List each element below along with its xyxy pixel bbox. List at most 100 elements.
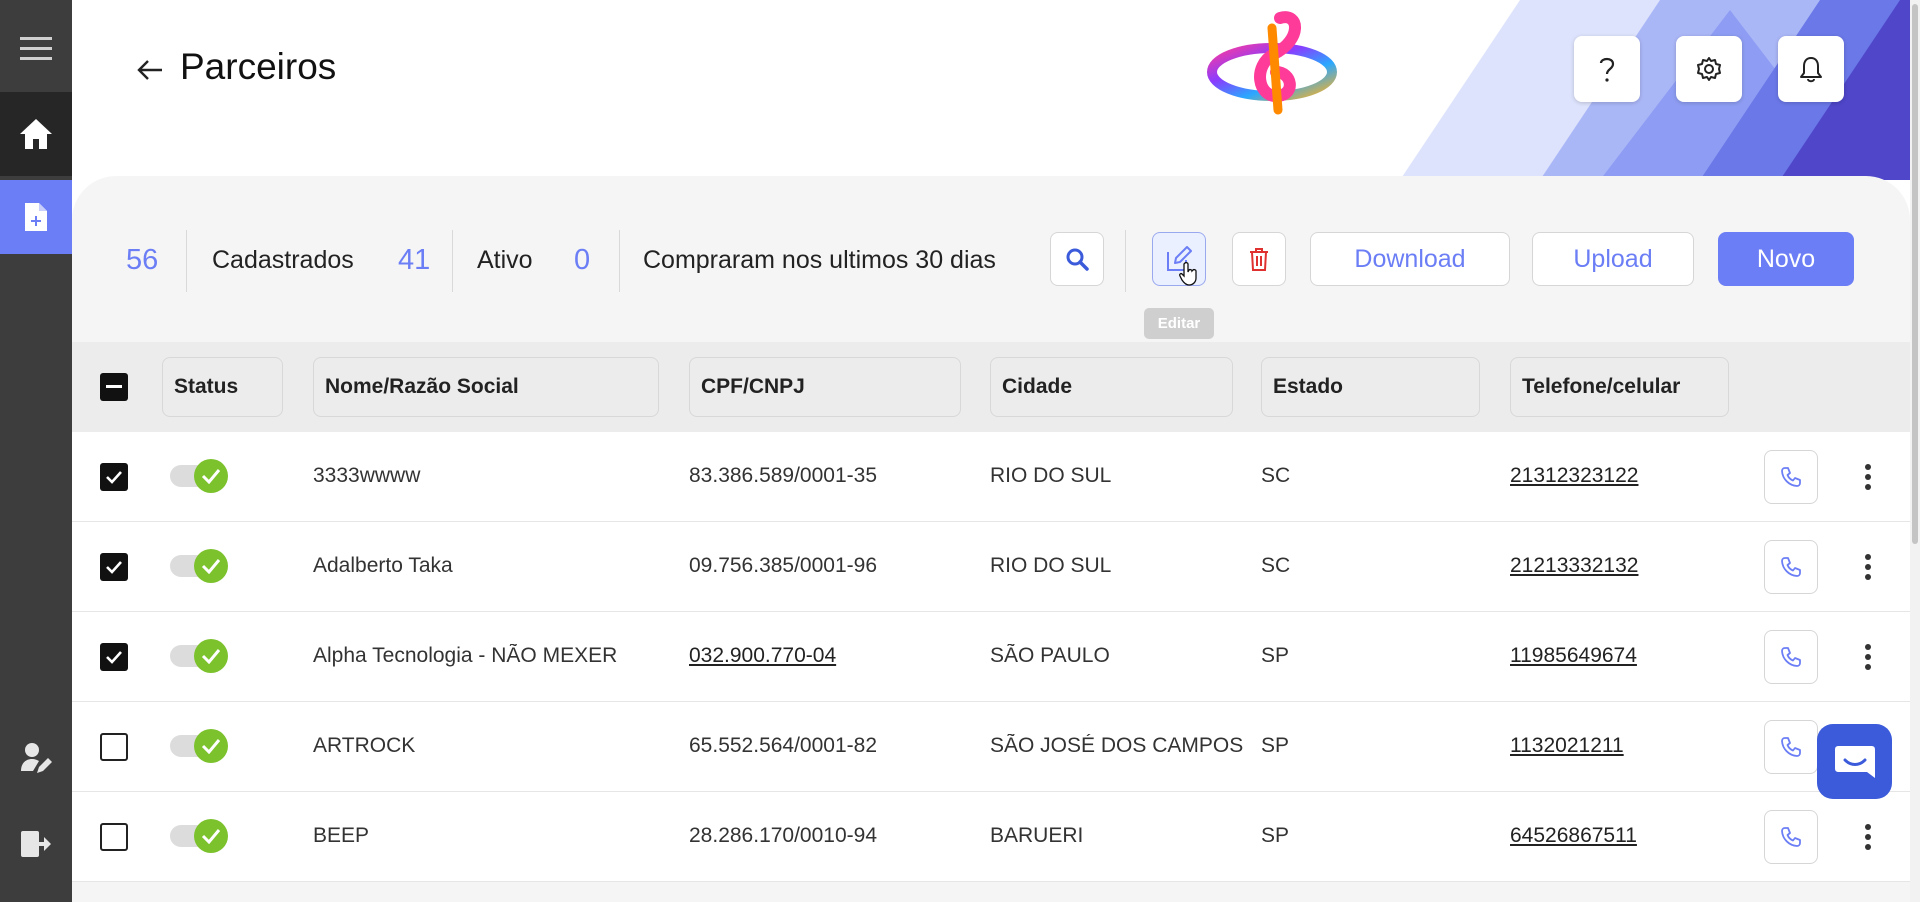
notifications-button[interactable] bbox=[1778, 36, 1844, 102]
cell-state: SC bbox=[1261, 464, 1291, 487]
minus-icon bbox=[106, 385, 122, 388]
call-button[interactable] bbox=[1764, 630, 1818, 684]
column-header-document[interactable]: CPF/CNPJ bbox=[689, 357, 961, 417]
table-row[interactable]: BEEP 28.286.170/0010-94 BARUERI SP 645268675… bbox=[72, 792, 1910, 882]
status-toggle[interactable] bbox=[170, 459, 228, 493]
help-button[interactable] bbox=[1574, 36, 1640, 102]
divider bbox=[1125, 230, 1126, 292]
sidebar-item-home[interactable] bbox=[0, 92, 72, 176]
dot bbox=[1865, 484, 1871, 490]
row-checkbox[interactable] bbox=[100, 823, 128, 851]
dot bbox=[1865, 474, 1871, 480]
cell-phone[interactable]: 11985649674 bbox=[1510, 644, 1729, 668]
dot bbox=[1865, 464, 1871, 470]
download-button[interactable]: Download bbox=[1310, 232, 1510, 286]
table-row[interactable]: 3333wwww 83.386.589/0001-35 RIO DO SUL SC 21… bbox=[72, 432, 1910, 522]
cell-phone[interactable]: 64526867511 bbox=[1510, 824, 1729, 848]
edit-button[interactable] bbox=[1152, 232, 1206, 286]
column-header-city[interactable]: Cidade bbox=[990, 357, 1233, 417]
cell-name: Adalberto Taka bbox=[313, 554, 453, 577]
search-button[interactable] bbox=[1050, 232, 1104, 286]
status-toggle[interactable] bbox=[170, 729, 228, 763]
cell-state: SC bbox=[1261, 554, 1291, 577]
delete-button[interactable] bbox=[1232, 232, 1286, 286]
select-all-checkbox[interactable] bbox=[100, 373, 128, 401]
phone-icon bbox=[1781, 737, 1801, 757]
phone-icon bbox=[1781, 827, 1801, 847]
row-actions-menu[interactable] bbox=[1858, 820, 1878, 854]
back-button[interactable] bbox=[132, 52, 168, 88]
call-button[interactable] bbox=[1764, 810, 1818, 864]
status-toggle[interactable] bbox=[170, 819, 228, 853]
row-actions-menu[interactable] bbox=[1858, 640, 1878, 674]
status-toggle[interactable] bbox=[170, 639, 228, 673]
row-checkbox[interactable] bbox=[100, 733, 128, 761]
bought-label: Compraram nos ultimos 30 dias bbox=[643, 246, 996, 274]
check-icon bbox=[201, 739, 221, 754]
dot bbox=[1865, 834, 1871, 840]
dot bbox=[1865, 644, 1871, 650]
arrow-left-icon bbox=[137, 60, 162, 80]
sidebar-menu-button[interactable] bbox=[0, 6, 72, 92]
column-header-phone[interactable]: Telefone/celular bbox=[1510, 357, 1729, 417]
cell-city: RIO DO SUL bbox=[990, 464, 1112, 487]
toggle-knob bbox=[194, 729, 228, 763]
chat-button[interactable] bbox=[1817, 724, 1892, 799]
hand-cursor-icon bbox=[1179, 261, 1197, 286]
status-toggle[interactable] bbox=[170, 549, 228, 583]
cell-document: 83.386.589/0001-35 bbox=[689, 464, 878, 487]
phone-icon bbox=[1781, 557, 1801, 577]
column-header-status[interactable]: Status bbox=[162, 357, 283, 417]
cell-name: 3333wwww bbox=[313, 464, 421, 487]
new-button[interactable]: Novo bbox=[1718, 232, 1854, 286]
call-button[interactable] bbox=[1764, 450, 1818, 504]
column-header-state[interactable]: Estado bbox=[1261, 357, 1480, 417]
cell-phone[interactable]: 1132021211 bbox=[1510, 734, 1729, 758]
sidebar-item-logout[interactable] bbox=[0, 801, 72, 887]
registered-label: Cadastrados bbox=[212, 246, 354, 274]
sidebar bbox=[0, 0, 72, 902]
table-header: Status Nome/Razão Social CPF/CNPJ Cidade… bbox=[72, 342, 1910, 432]
home-icon bbox=[20, 119, 52, 149]
row-checkbox[interactable] bbox=[100, 643, 128, 671]
row-actions-menu[interactable] bbox=[1858, 460, 1878, 494]
sidebar-item-user[interactable] bbox=[0, 715, 72, 801]
check-icon bbox=[106, 471, 122, 484]
column-header-name[interactable]: Nome/Razão Social bbox=[313, 357, 659, 417]
registered-count: 41 bbox=[398, 244, 431, 276]
check-icon bbox=[201, 559, 221, 574]
cell-document[interactable]: 032.900.770-04 bbox=[689, 644, 961, 668]
cell-phone[interactable]: 21213332132 bbox=[1510, 554, 1729, 578]
phone-icon bbox=[1781, 647, 1801, 667]
row-actions-menu[interactable] bbox=[1858, 550, 1878, 584]
cell-document: 09.756.385/0001-96 bbox=[689, 554, 878, 577]
cell-state: SP bbox=[1261, 824, 1290, 847]
table-row[interactable]: Alpha Tecnologia - NÃO MEXER 032.900.770-… bbox=[72, 612, 1910, 702]
call-button[interactable] bbox=[1764, 720, 1818, 774]
scrollbar[interactable] bbox=[1910, 0, 1920, 902]
dot bbox=[1865, 844, 1871, 850]
toggle-knob bbox=[194, 819, 228, 853]
upload-button[interactable]: Upload bbox=[1532, 232, 1694, 286]
table-row[interactable]: Adalberto Taka 09.756.385/0001-96 RIO DO S… bbox=[72, 522, 1910, 612]
search-icon bbox=[1066, 248, 1089, 271]
row-checkbox[interactable] bbox=[100, 463, 128, 491]
settings-button[interactable] bbox=[1676, 36, 1742, 102]
divider bbox=[619, 230, 620, 292]
sidebar-item-partners[interactable] bbox=[0, 180, 72, 254]
table-row[interactable]: ARTROCK 65.552.564/0001-82 SÃO JOSÉ DOS CA… bbox=[72, 702, 1910, 792]
check-icon bbox=[106, 561, 122, 574]
scrollbar-thumb[interactable] bbox=[1912, 4, 1918, 544]
cell-name: Alpha Tecnologia - NÃO MEXER bbox=[313, 644, 618, 667]
edit-tooltip: Editar bbox=[1144, 308, 1214, 339]
cell-phone[interactable]: 21312323122 bbox=[1510, 464, 1729, 488]
chat-icon bbox=[1834, 745, 1875, 778]
dot bbox=[1865, 654, 1871, 660]
active-count: 0 bbox=[574, 244, 591, 276]
row-checkbox[interactable] bbox=[100, 553, 128, 581]
cell-city: SÃO JOSÉ DOS CAMPOS bbox=[990, 734, 1244, 757]
divider bbox=[186, 230, 187, 292]
call-button[interactable] bbox=[1764, 540, 1818, 594]
phone-icon bbox=[1781, 467, 1801, 487]
toggle-knob bbox=[194, 549, 228, 583]
